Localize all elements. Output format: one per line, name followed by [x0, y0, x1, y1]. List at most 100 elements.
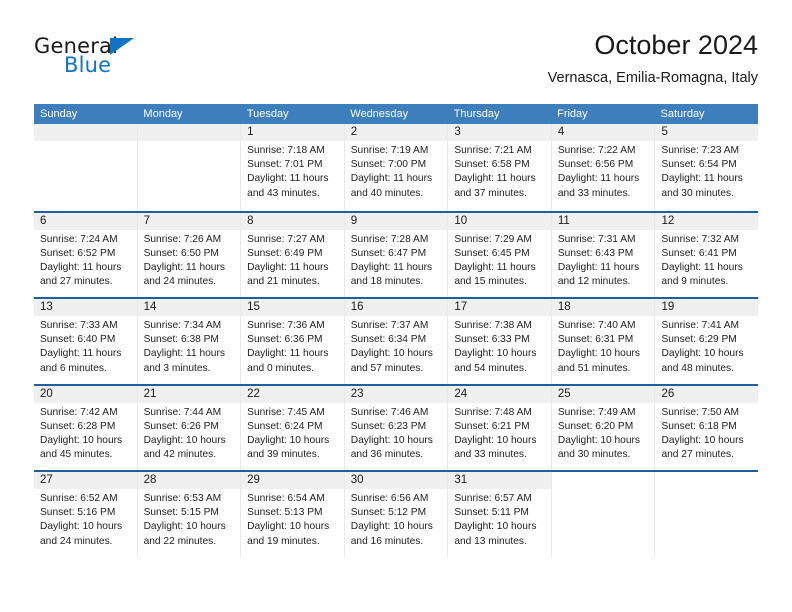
daylight-text: Daylight: 10 hours and 27 minutes.: [661, 434, 744, 461]
calendar-day-cell[interactable]: 26 Sunrise: 7:50 AM Sunset: 6:18 PM Dayligh…: [655, 385, 759, 470]
day-number: 1: [241, 124, 344, 141]
daylight-text: Daylight: 11 hours and 6 minutes.: [40, 348, 122, 374]
calendar-day-cell[interactable]: 10 Sunrise: 7:29 AM Sunset: 6:45 PM Dayligh…: [448, 212, 552, 297]
sunrise-text: Sunrise: 7:34 AM: [143, 320, 222, 331]
day-number: 4: [551, 124, 655, 141]
sunrise-text: Sunrise: 7:23 AM: [661, 145, 740, 156]
day-sun-info: Sunrise: 6:56 AM Sunset: 5:12 PM Daylight:…: [345, 489, 448, 549]
calendar-day-cell-empty: [551, 472, 656, 557]
calendar-page: General Blue October 2024 Vernasca, Emil…: [0, 0, 792, 612]
sunrise-text: Sunrise: 6:57 AM: [454, 493, 532, 504]
day-number: 18: [551, 299, 655, 316]
sunset-text: Sunset: 6:29 PM: [661, 334, 737, 346]
sunrise-text: Sunrise: 6:52 AM: [40, 493, 118, 504]
sunrise-text: Sunrise: 7:26 AM: [143, 233, 222, 245]
daylight-text: Daylight: 10 hours and 24 minutes.: [40, 521, 123, 547]
calendar-day-cell[interactable]: 5 Sunrise: 7:23 AM Sunset: 6:54 PM Daylight…: [655, 124, 759, 211]
calendar-day-cell-empty: [34, 124, 138, 211]
day-sun-info: Sunrise: 7:27 AM Sunset: 6:49 PM Daylight:…: [241, 230, 344, 290]
daylight-text: Daylight: 11 hours and 15 minutes.: [454, 261, 536, 288]
day-number: 20: [34, 385, 137, 403]
page-header: General Blue October 2024 Vernasca, Emil…: [34, 28, 758, 98]
calendar-day-cell[interactable]: 8 Sunrise: 7:27 AM Sunset: 6:49 PM Daylight…: [241, 212, 345, 297]
weekday-header-tuesday: Tuesday: [246, 108, 289, 120]
calendar-week-row: 20 Sunrise: 7:42 AM Sunset: 6:28 PM Dayligh…: [34, 383, 759, 470]
calendar-grid: Sunday Monday Tuesday Wednesday Thursday Frid…: [34, 104, 759, 557]
daylight-text: Daylight: 10 hours and 36 minutes.: [350, 434, 433, 461]
daylight-text: Daylight: 10 hours and 51 minutes.: [557, 348, 641, 374]
day-sun-info: Sunrise: 7:18 AM Sunset: 7:01 PM Daylight:…: [241, 141, 344, 201]
day-number: 19: [655, 299, 759, 316]
sunrise-text: Sunrise: 7:42 AM: [40, 406, 118, 418]
sunset-text: Sunset: 6:24 PM: [247, 420, 323, 432]
day-number: [552, 472, 655, 489]
daylight-text: Daylight: 11 hours and 24 minutes.: [143, 261, 225, 288]
calendar-day-cell[interactable]: 6 Sunrise: 7:24 AM Sunset: 6:52 PM Daylight…: [34, 212, 138, 297]
calendar-weeks: 1 Sunrise: 7:18 AM Sunset: 7:01 PM Daylight…: [34, 124, 759, 557]
day-number: 22: [241, 385, 344, 403]
daylight-text: Daylight: 11 hours and 43 minutes.: [247, 173, 329, 199]
day-sun-info: Sunrise: 6:53 AM Sunset: 5:15 PM Daylight:…: [138, 489, 241, 549]
day-number: 31: [448, 472, 551, 489]
sunrise-text: Sunrise: 7:45 AM: [247, 406, 325, 418]
calendar-day-cell[interactable]: 24 Sunrise: 7:48 AM Sunset: 6:21 PM Dayligh…: [448, 385, 552, 470]
daylight-text: Daylight: 11 hours and 30 minutes.: [661, 173, 743, 199]
sunrise-text: Sunrise: 7:40 AM: [557, 320, 636, 331]
daylight-text: Daylight: 10 hours and 30 minutes.: [557, 434, 641, 461]
daylight-text: Daylight: 10 hours and 42 minutes.: [143, 434, 226, 461]
calendar-day-cell[interactable]: 14 Sunrise: 7:34 AM Sunset: 6:38 PM Dayligh…: [137, 299, 242, 384]
sunrise-text: Sunrise: 6:53 AM: [143, 493, 222, 504]
calendar-week-row: 27 Sunrise: 6:52 AM Sunset: 5:16 PM Dayligh…: [34, 470, 759, 557]
day-sun-info: Sunrise: 7:41 AM Sunset: 6:29 PM Daylight:…: [655, 316, 758, 376]
calendar-day-cell[interactable]: 21 Sunrise: 7:44 AM Sunset: 6:26 PM Dayligh…: [137, 385, 242, 470]
calendar-day-cell[interactable]: 1 Sunrise: 7:18 AM Sunset: 7:01 PM Daylight…: [241, 124, 345, 211]
page-subtitle: Vernasca, Emilia-Romagna, Italy: [547, 70, 758, 86]
day-number: 13: [34, 299, 137, 316]
day-sun-info: Sunrise: 7:48 AM Sunset: 6:21 PM Daylight:…: [448, 403, 551, 463]
calendar-day-cell[interactable]: 13 Sunrise: 7:33 AM Sunset: 6:40 PM Dayligh…: [34, 299, 138, 384]
calendar-day-cell[interactable]: 17 Sunrise: 7:38 AM Sunset: 6:33 PM Dayligh…: [448, 299, 552, 384]
calendar-day-cell[interactable]: 11 Sunrise: 7:31 AM Sunset: 6:43 PM Dayligh…: [551, 212, 656, 297]
day-sun-info: Sunrise: 7:21 AM Sunset: 6:58 PM Daylight:…: [448, 141, 551, 201]
calendar-week-row: 13 Sunrise: 7:33 AM Sunset: 6:40 PM Dayligh…: [34, 297, 759, 384]
calendar-day-cell[interactable]: 22 Sunrise: 7:45 AM Sunset: 6:24 PM Dayligh…: [241, 385, 345, 470]
calendar-day-cell[interactable]: 27 Sunrise: 6:52 AM Sunset: 5:16 PM Dayligh…: [34, 472, 138, 557]
sunset-text: Sunset: 6:58 PM: [454, 159, 530, 171]
daylight-text: Daylight: 11 hours and 40 minutes.: [350, 173, 433, 199]
calendar-day-cell[interactable]: 4 Sunrise: 7:22 AM Sunset: 6:56 PM Daylight…: [551, 124, 656, 211]
calendar-day-cell[interactable]: 3 Sunrise: 7:21 AM Sunset: 6:58 PM Daylight…: [448, 124, 552, 211]
day-number: 28: [137, 472, 241, 489]
daylight-text: Daylight: 11 hours and 0 minutes.: [247, 348, 329, 374]
day-sun-info: Sunrise: 7:44 AM Sunset: 6:26 PM Daylight:…: [138, 403, 241, 463]
calendar-day-cell[interactable]: 18 Sunrise: 7:40 AM Sunset: 6:31 PM Dayligh…: [551, 299, 656, 384]
calendar-day-cell[interactable]: 31 Sunrise: 6:57 AM Sunset: 5:11 PM Dayligh…: [448, 472, 552, 557]
sunset-text: Sunset: 6:52 PM: [40, 247, 116, 259]
calendar-day-cell[interactable]: 15 Sunrise: 7:36 AM Sunset: 6:36 PM Dayligh…: [241, 299, 345, 384]
day-sun-info: Sunrise: 7:28 AM Sunset: 6:47 PM Daylight:…: [345, 230, 448, 290]
sunrise-text: Sunrise: 7:50 AM: [661, 406, 740, 418]
sunset-text: Sunset: 6:28 PM: [40, 420, 116, 432]
weekday-header-monday: Monday: [143, 108, 183, 120]
day-sun-info: Sunrise: 7:36 AM Sunset: 6:36 PM Daylight:…: [241, 316, 344, 376]
calendar-day-cell[interactable]: 30 Sunrise: 6:56 AM Sunset: 5:12 PM Dayligh…: [344, 472, 449, 557]
calendar-day-cell[interactable]: 29 Sunrise: 6:54 AM Sunset: 5:13 PM Dayligh…: [241, 472, 345, 557]
calendar-day-cell[interactable]: 20 Sunrise: 7:42 AM Sunset: 6:28 PM Dayligh…: [34, 385, 138, 470]
sunset-text: Sunset: 6:20 PM: [557, 420, 634, 432]
calendar-day-cell[interactable]: 9 Sunrise: 7:28 AM Sunset: 6:47 PM Daylight…: [344, 212, 449, 297]
calendar-day-cell[interactable]: 16 Sunrise: 7:37 AM Sunset: 6:34 PM Dayligh…: [344, 299, 449, 384]
calendar-day-cell[interactable]: 23 Sunrise: 7:46 AM Sunset: 6:23 PM Dayligh…: [344, 385, 449, 470]
sunset-text: Sunset: 6:47 PM: [350, 247, 427, 259]
calendar-day-cell[interactable]: 28 Sunrise: 6:53 AM Sunset: 5:15 PM Dayligh…: [137, 472, 242, 557]
general-blue-logo: General Blue: [34, 34, 244, 86]
sunrise-text: Sunrise: 7:36 AM: [247, 320, 325, 331]
calendar-day-cell[interactable]: 25 Sunrise: 7:49 AM Sunset: 6:20 PM Dayligh…: [551, 385, 656, 470]
calendar-day-cell[interactable]: 12 Sunrise: 7:32 AM Sunset: 6:41 PM Dayligh…: [655, 212, 759, 297]
sunrise-text: Sunrise: 7:48 AM: [454, 406, 532, 418]
day-sun-info: Sunrise: 7:31 AM Sunset: 6:43 PM Daylight:…: [552, 230, 655, 290]
calendar-day-cell[interactable]: 19 Sunrise: 7:41 AM Sunset: 6:29 PM Dayligh…: [655, 299, 759, 384]
calendar-day-cell[interactable]: 7 Sunrise: 7:26 AM Sunset: 6:50 PM Daylight…: [137, 212, 242, 297]
daylight-text: Daylight: 10 hours and 39 minutes.: [247, 434, 330, 461]
day-sun-info: Sunrise: 7:34 AM Sunset: 6:38 PM Daylight:…: [138, 316, 241, 376]
calendar-day-cell[interactable]: 2 Sunrise: 7:19 AM Sunset: 7:00 PM Daylight…: [344, 124, 449, 211]
sunset-text: Sunset: 6:21 PM: [454, 420, 530, 432]
